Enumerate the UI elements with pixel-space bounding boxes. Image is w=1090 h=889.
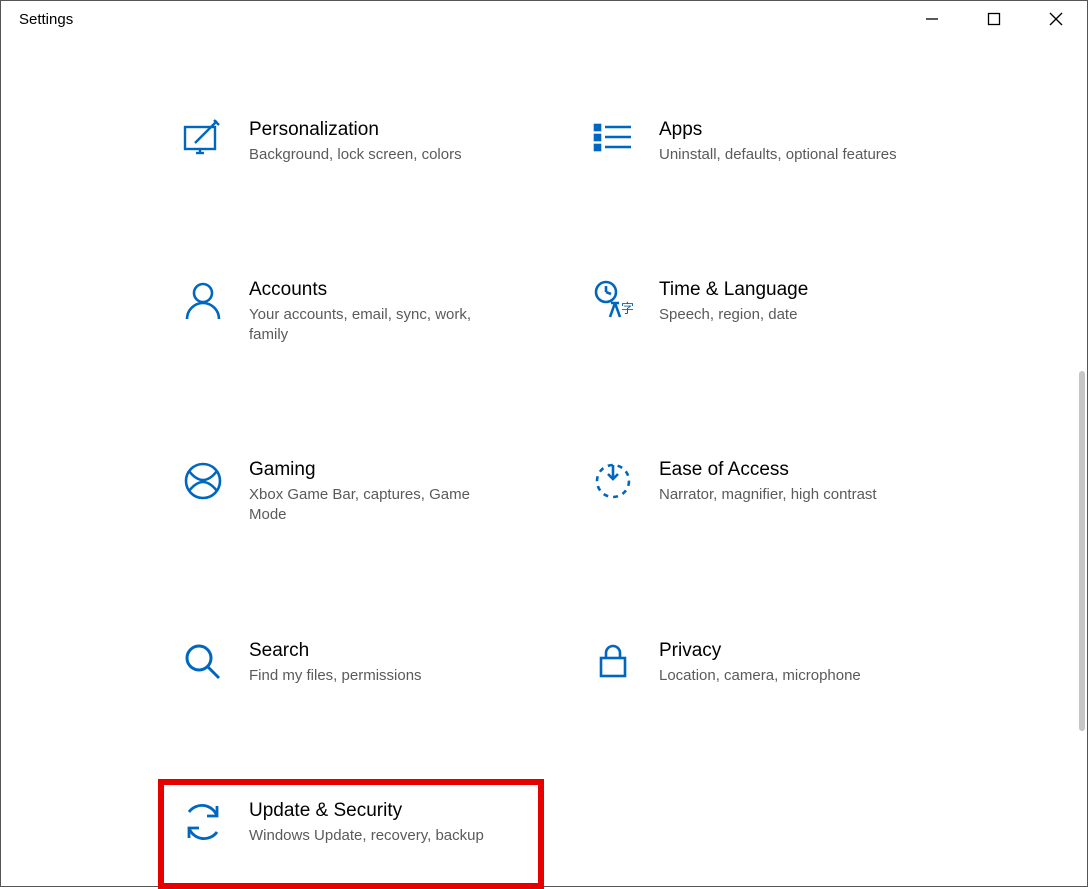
gaming-icon <box>181 459 225 503</box>
window-title: Settings <box>19 11 73 28</box>
apps-icon <box>591 119 635 163</box>
tile-subtitle: Location, camera, microphone <box>659 666 861 686</box>
maximize-icon <box>987 12 1001 26</box>
tile-privacy[interactable]: Privacy Location, camera, microphone <box>571 622 971 726</box>
accounts-icon <box>181 279 225 323</box>
tile-subtitle: Your accounts, email, sync, work, family <box>249 305 509 345</box>
svg-text:字: 字 <box>621 301 634 316</box>
close-icon <box>1049 12 1063 26</box>
maximize-button[interactable] <box>963 1 1025 37</box>
tile-title: Time & Language <box>659 279 808 301</box>
tile-title: Personalization <box>249 119 462 141</box>
tile-title: Search <box>249 640 422 662</box>
minimize-button[interactable] <box>901 1 963 37</box>
tile-apps[interactable]: Apps Uninstall, defaults, optional featu… <box>571 101 971 205</box>
window-controls <box>901 1 1087 37</box>
settings-grid: Personalization Background, lock screen,… <box>161 101 1057 886</box>
privacy-icon <box>591 640 635 684</box>
scrollbar[interactable] <box>1079 371 1085 731</box>
minimize-icon <box>925 12 939 26</box>
tile-title: Update & Security <box>249 800 484 822</box>
tile-update-security[interactable]: Update & Security Windows Update, recove… <box>161 782 541 886</box>
update-security-icon <box>181 800 225 844</box>
tile-subtitle: Windows Update, recovery, backup <box>249 826 484 846</box>
tile-title: Gaming <box>249 459 509 481</box>
titlebar: Settings <box>1 1 1087 37</box>
tile-personalization[interactable]: Personalization Background, lock screen,… <box>161 101 541 205</box>
tile-subtitle: Xbox Game Bar, captures, Game Mode <box>249 485 509 525</box>
search-icon <box>181 640 225 684</box>
tile-search[interactable]: Search Find my files, permissions <box>161 622 541 726</box>
tile-time-language[interactable]: 字 Time & Language Speech, region, date <box>571 261 971 385</box>
tile-subtitle: Background, lock screen, colors <box>249 145 462 165</box>
close-button[interactable] <box>1025 1 1087 37</box>
tile-title: Privacy <box>659 640 861 662</box>
tile-subtitle: Find my files, permissions <box>249 666 422 686</box>
tile-title: Ease of Access <box>659 459 877 481</box>
time-language-icon: 字 <box>591 279 635 323</box>
personalization-icon <box>181 119 225 163</box>
tile-gaming[interactable]: Gaming Xbox Game Bar, captures, Game Mod… <box>161 441 541 565</box>
tile-ease-of-access[interactable]: Ease of Access Narrator, magnifier, high… <box>571 441 971 565</box>
tile-subtitle: Narrator, magnifier, high contrast <box>659 485 877 505</box>
tile-subtitle: Uninstall, defaults, optional features <box>659 145 897 165</box>
tile-accounts[interactable]: Accounts Your accounts, email, sync, wor… <box>161 261 541 385</box>
settings-window: Settings <box>0 0 1088 887</box>
tile-title: Accounts <box>249 279 509 301</box>
tile-subtitle: Speech, region, date <box>659 305 808 325</box>
ease-of-access-icon <box>591 459 635 503</box>
tile-title: Apps <box>659 119 897 141</box>
